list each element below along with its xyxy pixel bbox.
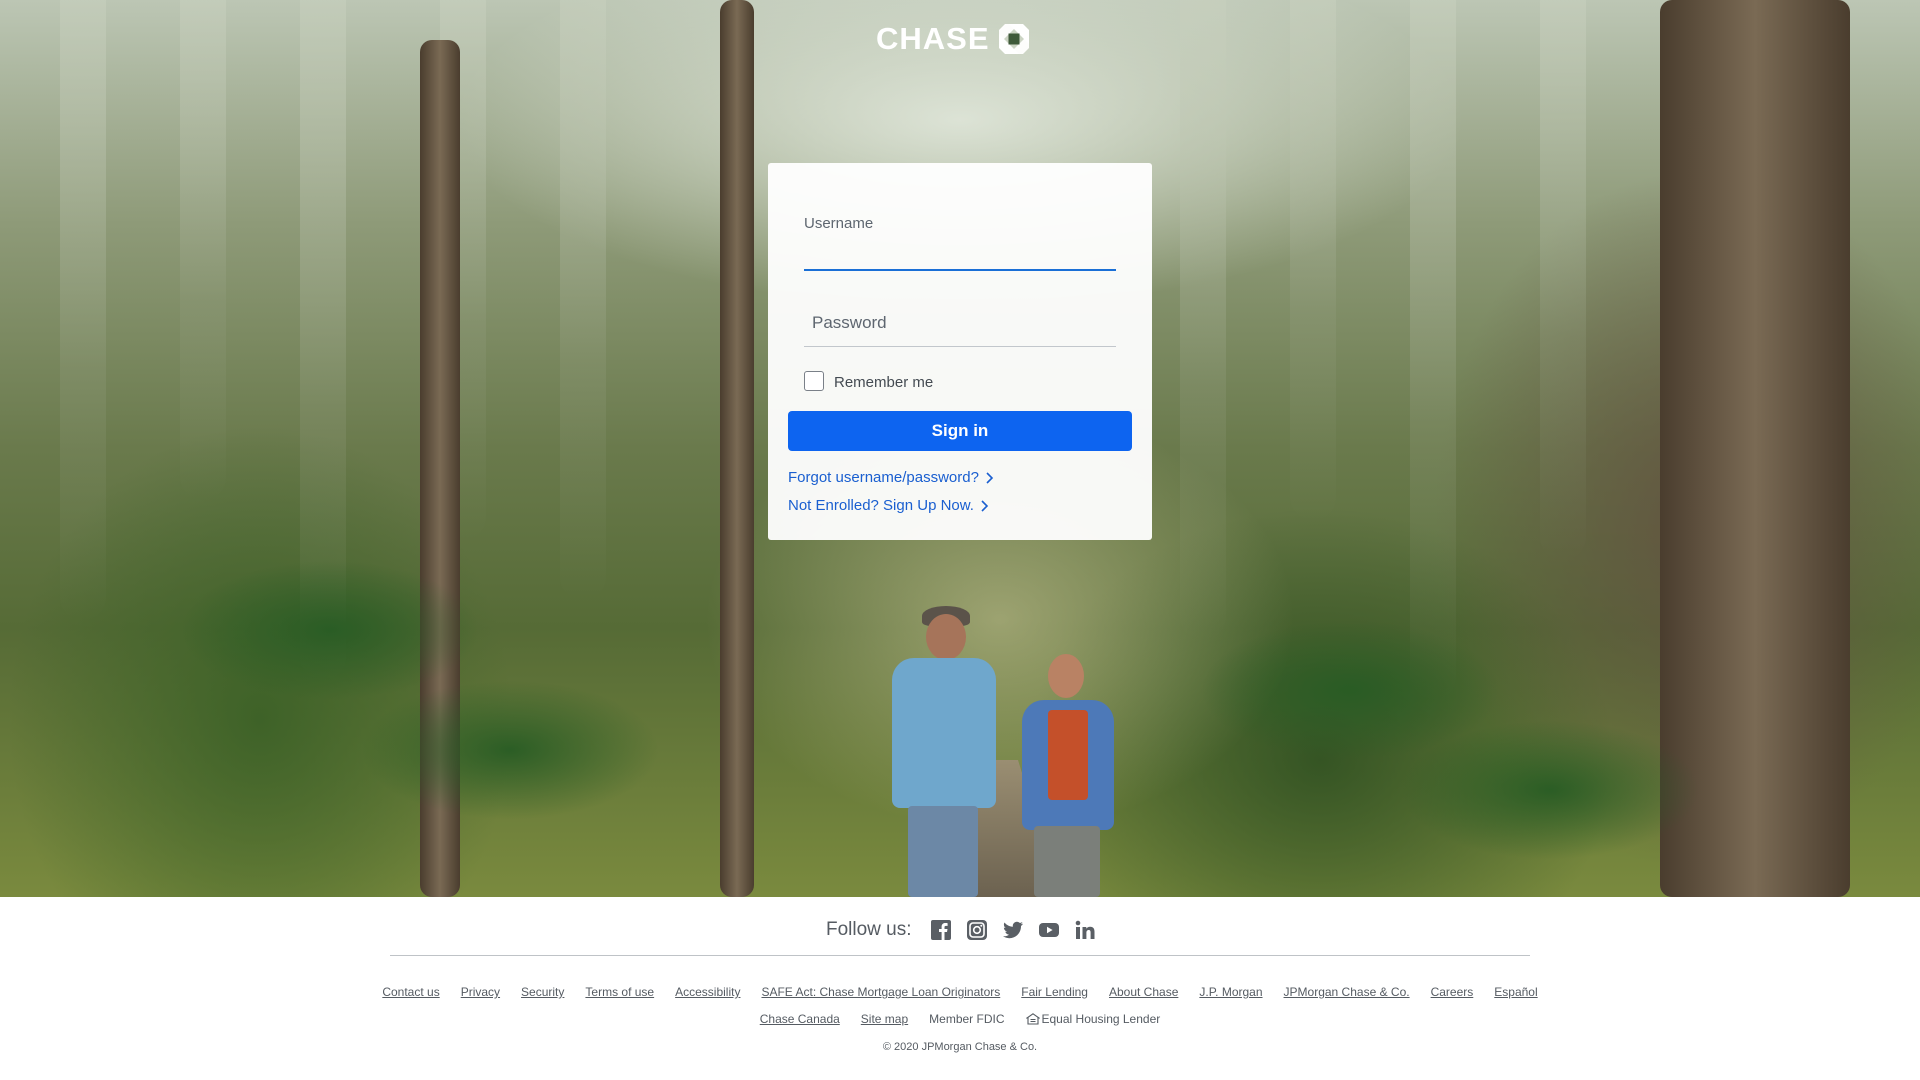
facebook-icon[interactable] (930, 919, 952, 941)
moss-strand (1290, 0, 1336, 520)
moss-strand (1410, 0, 1456, 700)
username-input[interactable] (804, 241, 1116, 265)
footer-links-primary: Contact us Privacy Security Terms of use… (0, 985, 1920, 999)
moss-strand (1180, 0, 1226, 640)
equal-housing-lender: Equal Housing Lender (1025, 1012, 1161, 1026)
moss-strand (1540, 0, 1586, 560)
palm-frond (360, 680, 660, 820)
chevron-right-icon (981, 499, 989, 512)
password-field[interactable]: Password (804, 309, 1116, 347)
hero-background: CHASE Username Password Remember me Sign… (0, 0, 1920, 897)
sign-up-link[interactable]: Not Enrolled? Sign Up Now. (788, 497, 989, 514)
copyright: © 2020 JPMorgan Chase & Co. (882, 1041, 1038, 1053)
footer-link-security[interactable]: Security (521, 985, 564, 999)
remember-me-label[interactable]: Remember me (834, 374, 933, 391)
forgot-credentials-label[interactable]: Forgot username/password? (788, 469, 979, 486)
sign-up-label[interactable]: Not Enrolled? Sign Up Now. (788, 497, 974, 514)
password-input[interactable] (804, 318, 1116, 342)
footer-link-fair-lending[interactable]: Fair Lending (1021, 985, 1088, 999)
member-fdic: Member FDIC (929, 1012, 1005, 1026)
follow-us-label: Follow us: (826, 919, 912, 940)
palm-frond (1400, 720, 1700, 860)
login-card: Username Password Remember me Sign in Fo… (768, 163, 1152, 540)
footer-link-safe-act[interactable]: SAFE Act: Chase Mortgage Loan Originator… (761, 985, 1000, 999)
brand-name: CHASE (876, 21, 990, 56)
palm-frond (180, 560, 480, 700)
sign-in-button[interactable]: Sign in (788, 411, 1132, 451)
remember-me[interactable]: Remember me (804, 371, 933, 391)
moss-strand (180, 0, 226, 500)
footer-link-jp-morgan[interactable]: J.P. Morgan (1199, 985, 1262, 999)
chase-octagon-icon (998, 24, 1029, 54)
equal-housing-icon (1025, 1013, 1040, 1025)
moss-strand (560, 0, 606, 600)
footer: Follow us: Contact us Privacy Security T… (0, 897, 1920, 1080)
footer-link-about-chase[interactable]: About Chase (1109, 985, 1178, 999)
equal-housing-label: Equal Housing Lender (1041, 1012, 1161, 1026)
username-field[interactable]: Username (804, 215, 1116, 271)
footer-link-jpmorgan-chase[interactable]: JPMorgan Chase & Co. (1284, 985, 1410, 999)
tree-trunk (720, 0, 754, 897)
remember-me-checkbox[interactable] (804, 371, 824, 391)
moss-strand (60, 0, 106, 620)
person-photographer (862, 600, 1002, 897)
footer-link-chase-canada[interactable]: Chase Canada (760, 1012, 840, 1026)
footer-link-espanol[interactable]: Español (1494, 985, 1537, 999)
instagram-icon[interactable] (966, 919, 988, 941)
footer-link-site-map[interactable]: Site map (861, 1012, 908, 1026)
footer-link-terms-of-use[interactable]: Terms of use (585, 985, 654, 999)
person-woman (1010, 650, 1125, 897)
forgot-credentials-link[interactable]: Forgot username/password? (788, 469, 994, 486)
footer-link-careers[interactable]: Careers (1431, 985, 1474, 999)
footer-link-contact-us[interactable]: Contact us (382, 985, 439, 999)
linkedin-icon[interactable] (1074, 919, 1096, 941)
username-label: Username (804, 215, 874, 232)
chase-logo[interactable]: CHASE (876, 21, 1030, 56)
social-follow: Follow us: (826, 919, 1096, 941)
footer-link-accessibility[interactable]: Accessibility (675, 985, 740, 999)
chevron-right-icon (986, 471, 994, 484)
footer-links-secondary: Chase Canada Site map Member FDIC Equal … (0, 1012, 1920, 1026)
twitter-icon[interactable] (1002, 919, 1024, 941)
youtube-icon[interactable] (1038, 919, 1060, 941)
footer-link-privacy[interactable]: Privacy (461, 985, 500, 999)
footer-divider (390, 955, 1530, 956)
